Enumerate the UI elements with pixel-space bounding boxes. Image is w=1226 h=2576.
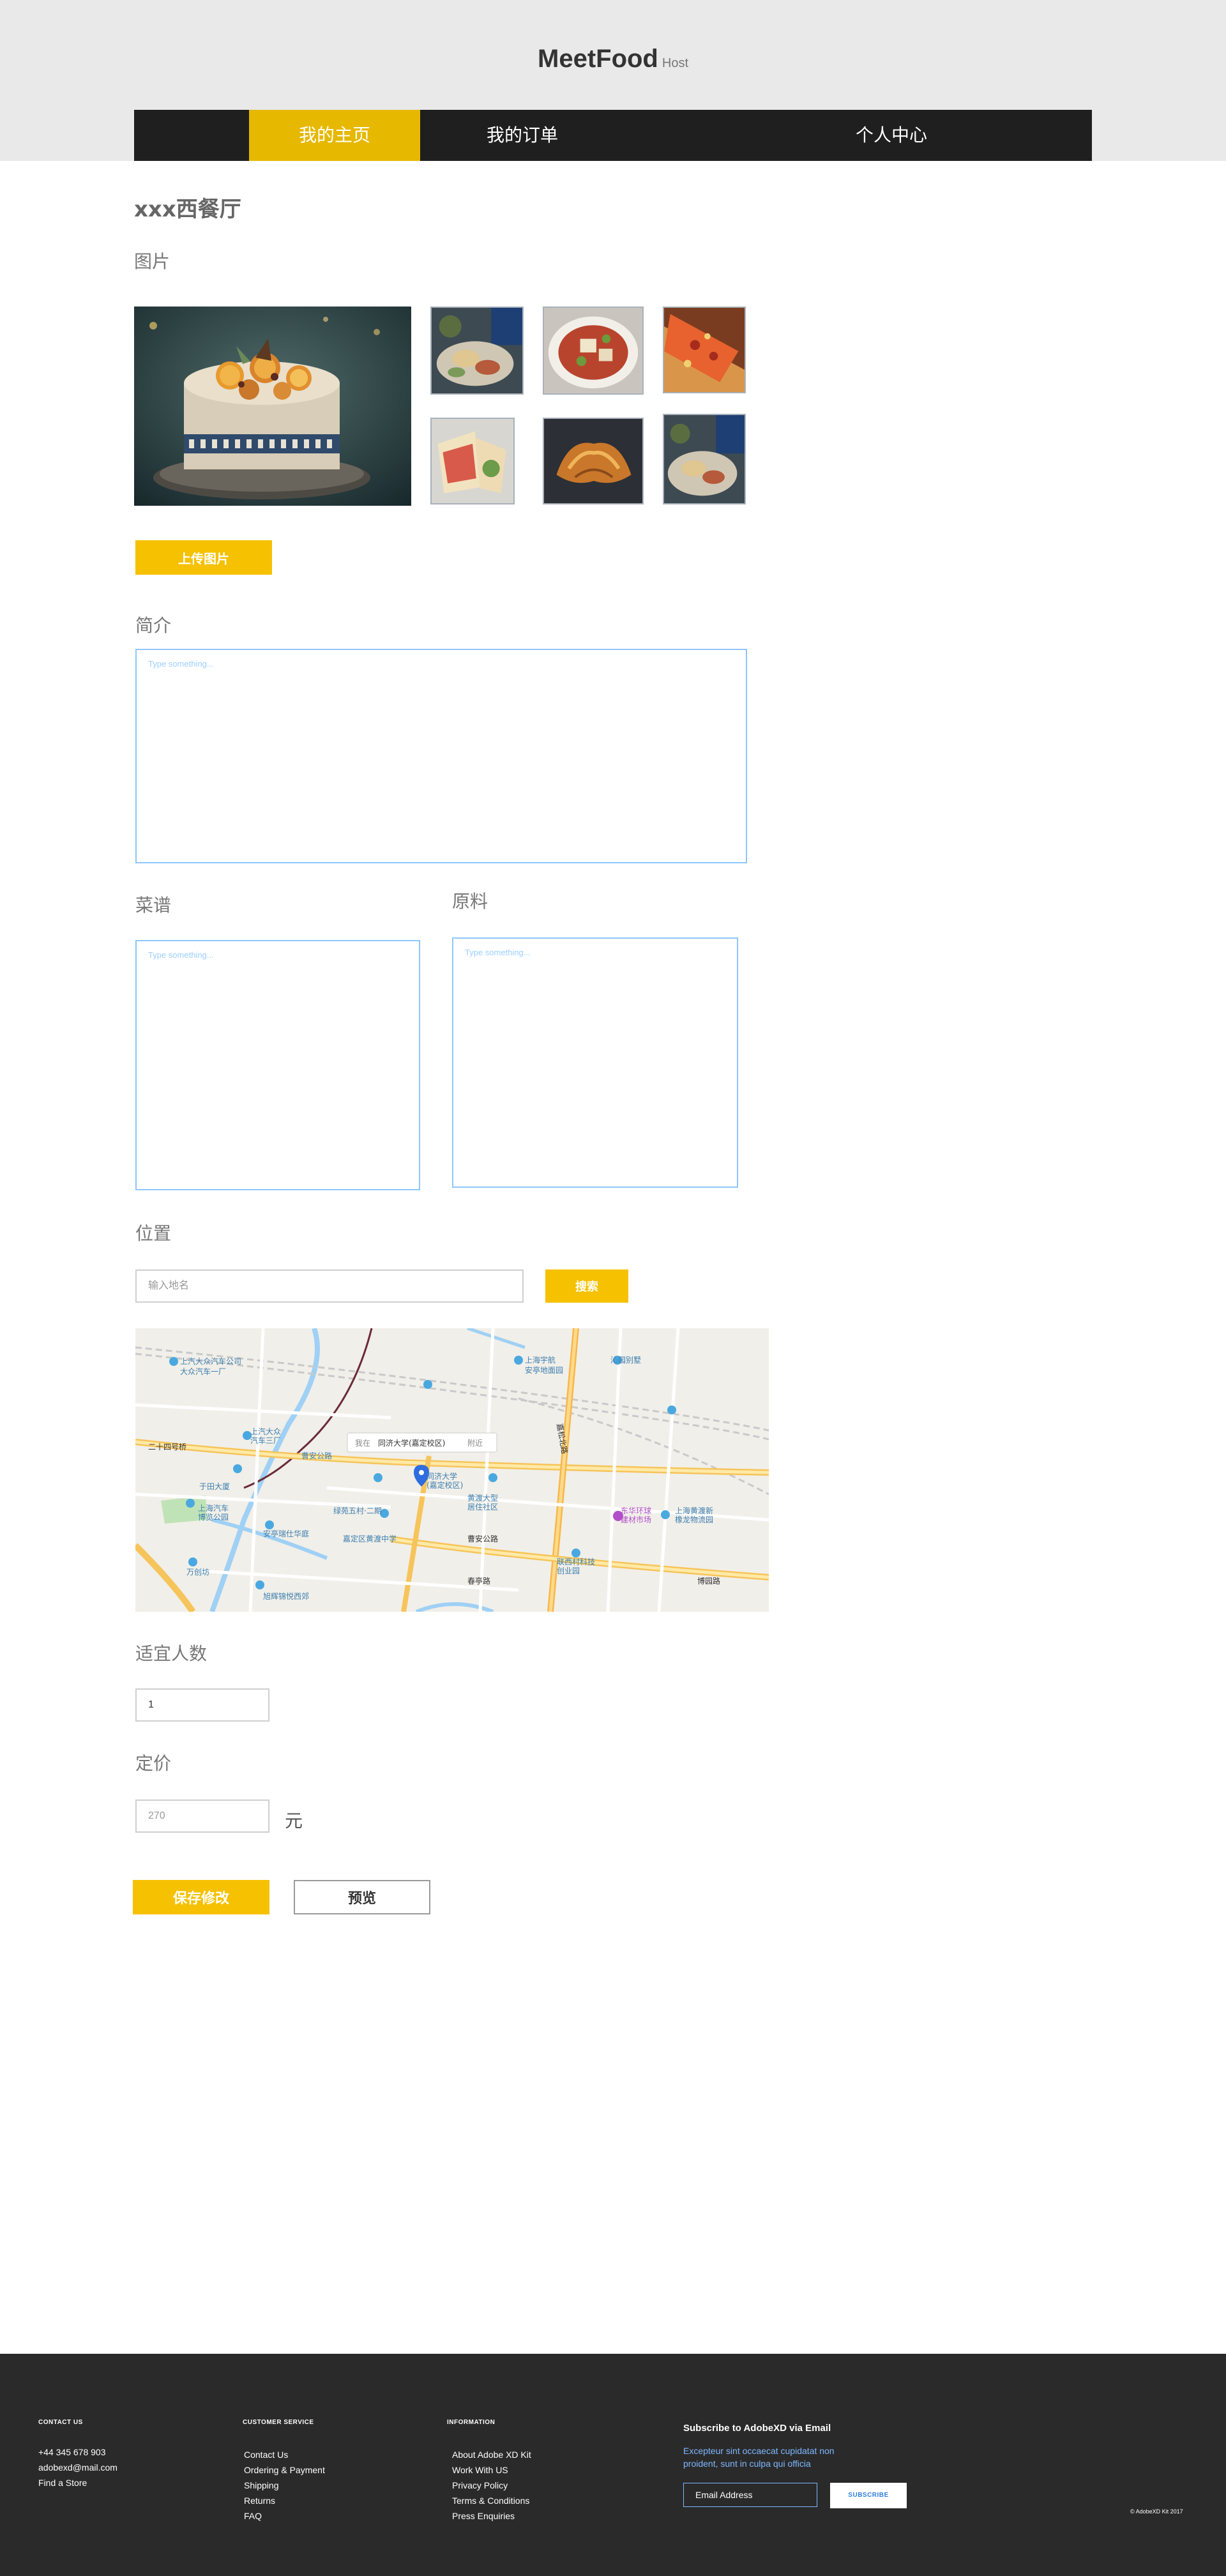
photo-thumb-2[interactable] [543,307,644,395]
map-place-label: 居住社区 [467,1502,498,1512]
map-place-label: 上海黄渡新 [675,1506,713,1515]
map-place-label: 博园路 [697,1576,720,1586]
map-place-label: 安亭瑞仕华庭 [263,1529,309,1538]
map-place-label: 大众汽车一厂 [180,1367,226,1376]
pizza-photo-icon [664,308,745,392]
footer-link-faq[interactable]: FAQ [244,2508,262,2524]
map-place-label: 橡龙物流园 [675,1515,713,1524]
location-label: 位置 [135,1223,172,1244]
footer-link-returns[interactable]: Returns [244,2493,275,2508]
photo-thumb-6[interactable] [663,414,746,504]
map-place-label: 博览公园 [198,1512,229,1522]
map-place-label: 上汽大众汽车公司 [180,1356,241,1366]
price-label: 定价 [135,1753,172,1774]
food-photo-icon [544,308,642,393]
footer-contact-email[interactable]: adobexd@mail.com [38,2460,117,2475]
map-canvas[interactable]: 上汽大众汽车公司 大众汽车一厂 上汽大众 汽车三厂 上海宇航 安亭地面园 沁园别… [135,1328,769,1612]
map-place-label: 曹安公路 [467,1534,498,1543]
footer-subscribe-title: Subscribe to AdobeXD via Email [683,2423,831,2434]
ingredients-textarea[interactable] [452,937,738,1188]
map-popup-prefix: 我在 [355,1439,370,1448]
location-map[interactable]: 上汽大众汽车公司 大众汽车一厂 上汽大众 汽车三厂 上海宇航 安亭地面园 沁园别… [135,1328,769,1612]
nav-tab-home[interactable]: 我的主页 [249,110,420,161]
map-place-label: 上汽大众 [250,1427,281,1436]
footer-copyright: © AdobeXD Kit 2017 [1130,2508,1183,2515]
map-popup-suffix: 附近 [467,1439,483,1448]
footer-link-shipping[interactable]: Shipping [244,2478,279,2493]
footer-subscribe-button[interactable]: SUBSCRIBE [830,2483,907,2508]
photo-thumb-4[interactable] [430,418,515,504]
upload-photo-button[interactable]: 上传图片 [135,540,272,575]
food-photo-icon [432,308,522,393]
map-place-label: 汽车三厂 [250,1436,281,1445]
location-search-button[interactable]: 搜索 [545,1269,628,1303]
sandwich-photo-icon [432,419,513,503]
footer-link-terms[interactable]: Terms & Conditions [452,2493,529,2508]
footer-customer-service-title: CUSTOMER SERVICE [243,2419,314,2426]
map-place-label: 沁园别墅 [610,1356,641,1365]
recipe-label: 菜谱 [135,895,172,916]
intro-label: 简介 [135,615,172,636]
food-photo-icon [664,415,745,503]
footer-email-input[interactable] [683,2483,817,2507]
map-place-label: 上海汽车 [198,1503,229,1513]
footer-information-title: INFORMATION [447,2419,496,2426]
map-place-label: 二十四号桥 [148,1443,186,1451]
site-logo[interactable]: MeetFood [538,45,658,73]
croissant-photo-icon [544,419,642,503]
save-button[interactable]: 保存修改 [133,1880,269,1914]
map-place-label: 同济大学 [427,1471,457,1481]
map-place-label: 春亭路 [467,1576,490,1586]
nav-tab-profile[interactable]: 个人中心 [796,110,987,161]
intro-textarea[interactable] [135,649,747,863]
capacity-input[interactable] [135,1688,269,1722]
photo-thumb-3[interactable] [663,307,746,393]
photo-thumb-1[interactable] [430,307,524,395]
brand: MeetFood Host [0,45,1226,73]
photo-thumb-5[interactable] [543,418,644,504]
footer-subscribe-desc-2: proident, sunt in culpa qui officia [683,2459,811,2469]
footer-link-work-with-us[interactable]: Work With US [452,2462,508,2478]
footer-find-store-link[interactable]: Find a Store [38,2475,87,2490]
nav-tab-orders[interactable]: 我的订单 [420,110,624,161]
footer-link-about[interactable]: About Adobe XD Kit [452,2447,531,2462]
footer-link-privacy[interactable]: Privacy Policy [452,2478,508,2493]
map-place-label: 建材市场 [621,1515,651,1524]
map-place-label: 黄渡大型 [467,1493,498,1503]
map-place-label: 东华环球 [621,1506,651,1515]
map-place-label: 嘉定区黄渡中学 [343,1534,397,1543]
map-place-label: 绿苑五村·二期 [333,1506,382,1515]
footer-link-press[interactable]: Press Enquiries [452,2508,515,2524]
recipe-textarea[interactable] [135,940,420,1190]
footer-link-ordering-payment[interactable]: Ordering & Payment [244,2462,325,2478]
map-place-label: 于田大厦 [199,1482,230,1491]
capacity-label: 适宜人数 [135,1643,208,1664]
map-place-label: (嘉定校区) [427,1480,463,1490]
map-place-label: 创业园 [557,1566,580,1575]
main-nav: 我的主页 我的订单 个人中心 [134,110,1092,161]
footer-contact-title: CONTACT US [38,2419,83,2426]
map-place-label: 上海宇航 [525,1355,556,1365]
location-search-input[interactable] [135,1269,524,1303]
map-popup-place: 同济大学(嘉定校区) [378,1438,445,1448]
map-place-label: 曹安公路 [301,1451,332,1460]
footer-subscribe-desc-1: Excepteur sint occaecat cupidatat non [683,2446,835,2456]
photos-label: 图片 [134,251,170,272]
preview-button[interactable]: 预览 [294,1880,430,1914]
map-place-label: 旭辉锦悦西郊 [263,1592,309,1601]
photo-main-cake[interactable] [134,307,411,506]
map-place-label: 万创坊 [186,1567,209,1577]
cake-photo-icon [134,307,411,506]
price-unit: 元 [285,1810,303,1831]
site-logo-sub: Host [662,56,688,70]
ingredients-label: 原料 [452,891,488,912]
price-input[interactable] [135,1799,269,1833]
restaurant-name: xxx西餐厅 [134,197,241,222]
footer-contact-phone[interactable]: +44 345 678 903 [38,2444,106,2460]
map-place-label: 安亭地面园 [525,1365,563,1375]
footer-link-contact-us[interactable]: Contact Us [244,2447,288,2462]
page-footer [0,2354,1226,2576]
map-place-label: 联西村科技 [557,1557,595,1566]
